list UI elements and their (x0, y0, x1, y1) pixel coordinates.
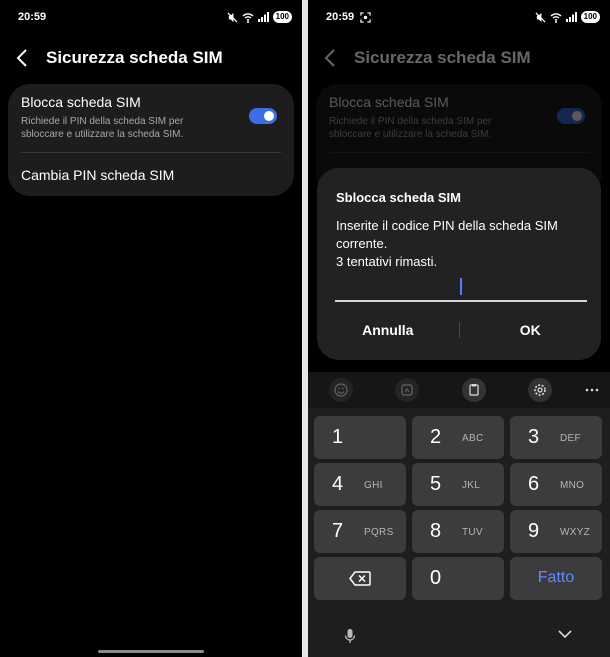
back-button[interactable] (16, 47, 38, 69)
mute-icon (535, 11, 546, 23)
page-title: Sicurezza scheda SIM (46, 48, 223, 67)
status-time: 20:59 (18, 11, 47, 23)
lock-sim-row: Blocca scheda SIM Richiede il PIN della … (329, 94, 588, 141)
dialog-buttons: Annulla OK (317, 320, 601, 340)
lock-sim-toggle[interactable] (249, 108, 277, 124)
numeric-keyboard: 1 2 ABC 3 DEF 4 GHI 5 JKL 6 MNO 7 PQRS 8 TUV 9W… (308, 372, 610, 657)
battery-indicator: 100 (272, 11, 292, 23)
key-0[interactable]: 0 (412, 557, 504, 600)
key-6[interactable]: 6 MNO (510, 463, 602, 506)
app-header: Sicurezza scheda SIM (324, 44, 600, 72)
key-5[interactable]: 5 JKL (412, 463, 504, 506)
microphone-icon[interactable] (344, 628, 356, 644)
text-cursor (460, 278, 462, 295)
chevron-left-icon (16, 49, 27, 67)
key-9[interactable]: 9 WXYZ (510, 510, 602, 553)
dialog-message: Inserite il codice PIN della scheda SIM … (336, 217, 586, 271)
key-3[interactable]: 3 DEF (510, 416, 602, 459)
ok-button[interactable]: OK (460, 322, 602, 338)
screenshot-icon (360, 11, 371, 23)
change-pin-item[interactable]: Cambia PIN scheda SIM (21, 167, 174, 183)
signal-icon (257, 12, 269, 22)
lock-sim-title: Blocca scheda SIM (21, 94, 141, 110)
key-8[interactable]: 8 TUV (412, 510, 504, 553)
dialog-title: Sblocca scheda SIM (336, 190, 461, 205)
back-button[interactable] (324, 47, 346, 69)
key-1[interactable]: 1 (314, 416, 406, 459)
backspace-icon (349, 571, 371, 586)
clipboard-icon[interactable] (462, 378, 486, 402)
left-screen: 20:59 100 Sicurezza scheda SIM Blocca sc… (0, 0, 302, 657)
wifi-icon (242, 12, 254, 23)
app-header: Sicurezza scheda SIM (16, 44, 292, 72)
divider (21, 152, 281, 153)
dialog-message-line1: Inserite il codice PIN della scheda SIM … (336, 218, 558, 251)
settings-icon[interactable] (528, 378, 552, 402)
lock-sim-subtitle: Richiede il PIN della scheda SIM per sbl… (329, 116, 492, 140)
unlock-sim-dialog: Sblocca scheda SIM Inserite il codice PI… (317, 168, 601, 360)
page-title: Sicurezza scheda SIM (354, 48, 531, 67)
lock-sim-subtitle: Richiede il PIN della scheda SIM per sbl… (21, 116, 184, 140)
right-screen: 20:59 100 Sicurezza scheda SIM Blocca sc… (308, 0, 610, 657)
keyboard-toolbar (308, 372, 610, 408)
sticker-icon[interactable] (395, 378, 419, 402)
chevron-left-icon (324, 49, 335, 67)
emoji-icon[interactable] (329, 378, 353, 402)
done-key[interactable]: Fatto (510, 557, 602, 600)
toggle-knob (264, 111, 274, 121)
toggle-knob (572, 111, 582, 121)
status-bar: 20:59 100 (326, 8, 600, 26)
home-indicator[interactable] (98, 650, 204, 653)
wifi-icon (550, 12, 562, 23)
signal-icon (565, 12, 577, 22)
mute-icon (227, 11, 238, 23)
battery-indicator: 100 (580, 11, 600, 23)
lock-sim-toggle (557, 108, 585, 124)
cancel-button[interactable]: Annulla (317, 322, 459, 338)
key-7[interactable]: 7 PQRS (314, 510, 406, 553)
key-2[interactable]: 2 ABC (412, 416, 504, 459)
dialog-message-line2: 3 tentativi rimasti. (336, 254, 438, 269)
lock-sim-row[interactable]: Blocca scheda SIM Richiede il PIN della … (21, 94, 280, 141)
more-icon[interactable] (580, 378, 604, 402)
chevron-down-icon[interactable] (558, 630, 572, 639)
lock-sim-title: Blocca scheda SIM (329, 94, 449, 110)
divider (329, 152, 589, 153)
keyboard-nav-bar (308, 622, 610, 657)
status-time: 20:59 (326, 11, 355, 23)
sim-settings-card: Blocca scheda SIM Richiede il PIN della … (8, 84, 294, 196)
status-bar: 20:59 100 (18, 8, 292, 26)
backspace-key[interactable] (314, 557, 406, 600)
key-4[interactable]: 4 GHI (314, 463, 406, 506)
